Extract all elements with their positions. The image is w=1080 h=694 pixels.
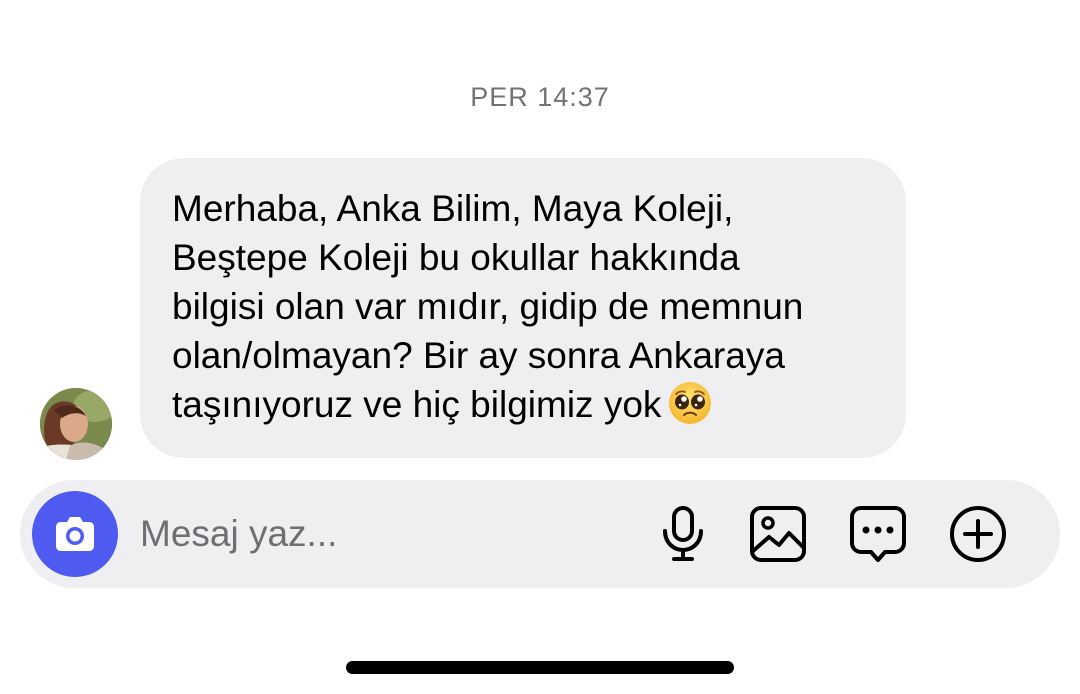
message-line: olan/olmayan? Bir ay sonra Ankaraya	[172, 335, 785, 376]
message-line-text: taşınıyoruz ve hiç bilgimiz yok	[172, 384, 662, 425]
message-line: Merhaba, Anka Bilim, Maya Koleji,	[172, 188, 734, 229]
microphone-icon	[663, 506, 703, 561]
message-composer	[20, 480, 1060, 588]
home-indicator[interactable]	[346, 661, 734, 674]
message-line: bilgisi olan var mıdır, gidip de memnun	[172, 286, 804, 327]
message-text: Merhaba, Anka Bilim, Maya Koleji, Beştep…	[172, 184, 876, 429]
message-line: Beştepe Koleji bu okullar hakkında	[172, 237, 740, 278]
avatar-photo-icon	[40, 388, 112, 460]
gallery-button[interactable]	[748, 504, 808, 564]
sender-avatar[interactable]	[40, 388, 112, 460]
gallery-icon	[750, 506, 806, 562]
plus-circle-icon	[950, 506, 1006, 562]
microphone-button[interactable]	[653, 504, 713, 564]
message-input[interactable]	[140, 510, 620, 558]
incoming-message-bubble[interactable]: Merhaba, Anka Bilim, Maya Koleji, Beştep…	[140, 158, 906, 458]
chat-bubble-icon	[850, 506, 906, 562]
camera-icon	[56, 517, 94, 551]
message-timestamp: PER 14:37	[470, 82, 610, 112]
add-button[interactable]	[948, 504, 1008, 564]
pleading-face-emoji-icon	[667, 380, 713, 426]
camera-button[interactable]	[32, 491, 118, 577]
message-line: taşınıyoruz ve hiç bilgimiz yok	[172, 380, 876, 429]
sticker-button[interactable]	[848, 504, 908, 564]
